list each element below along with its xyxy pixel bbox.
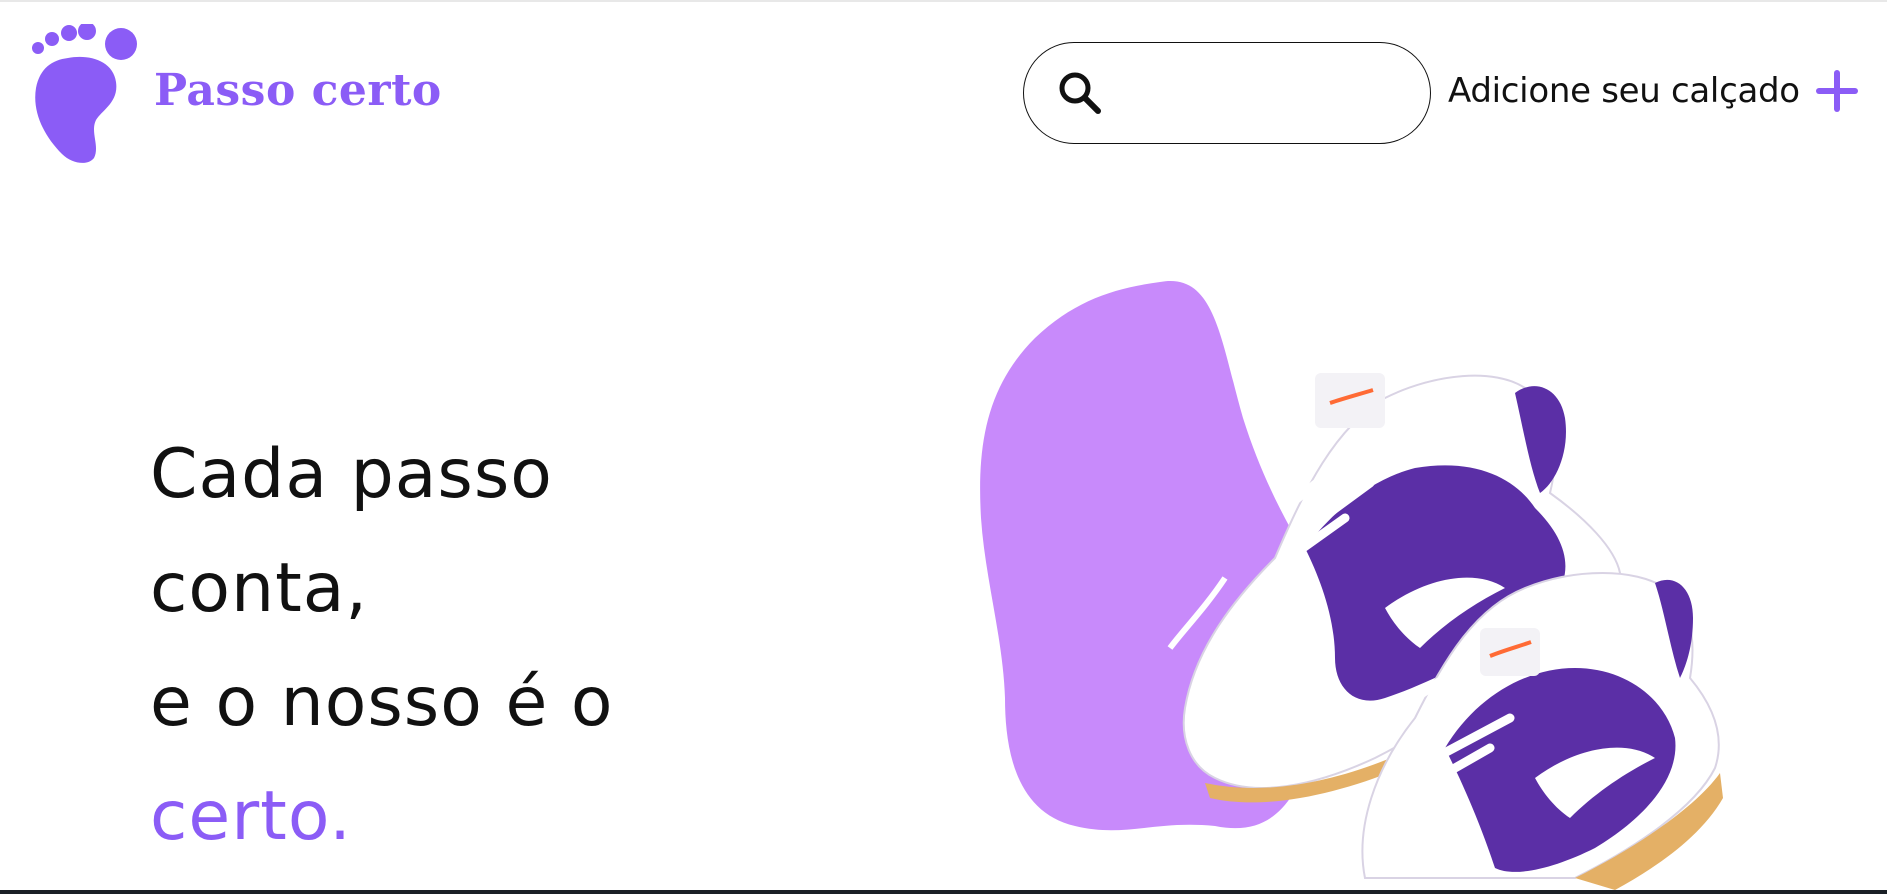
hero-image	[980, 280, 1723, 890]
add-shoe-button[interactable]: Adicione seu calçado	[1448, 68, 1860, 114]
search-bar[interactable]	[1023, 42, 1431, 144]
footprint-icon	[32, 24, 137, 163]
hero-line-1: Cada passo	[150, 435, 553, 514]
search-input[interactable]	[1118, 78, 1422, 108]
bottom-border	[0, 890, 1887, 894]
search-icon[interactable]	[1054, 67, 1106, 119]
add-shoe-label: Adicione seu calçado	[1448, 71, 1800, 111]
top-border	[0, 0, 1887, 2]
hero-headline: Cada passo conta, e o nosso é o certo.	[150, 418, 614, 874]
brand[interactable]: Passo certo	[28, 24, 442, 164]
hero-accent: certo.	[150, 777, 352, 856]
hero-line-2: conta,	[150, 549, 369, 628]
hero-line-3: e o nosso é o	[150, 663, 614, 742]
brand-name: Passo certo	[154, 64, 442, 116]
plus-icon	[1815, 70, 1858, 112]
